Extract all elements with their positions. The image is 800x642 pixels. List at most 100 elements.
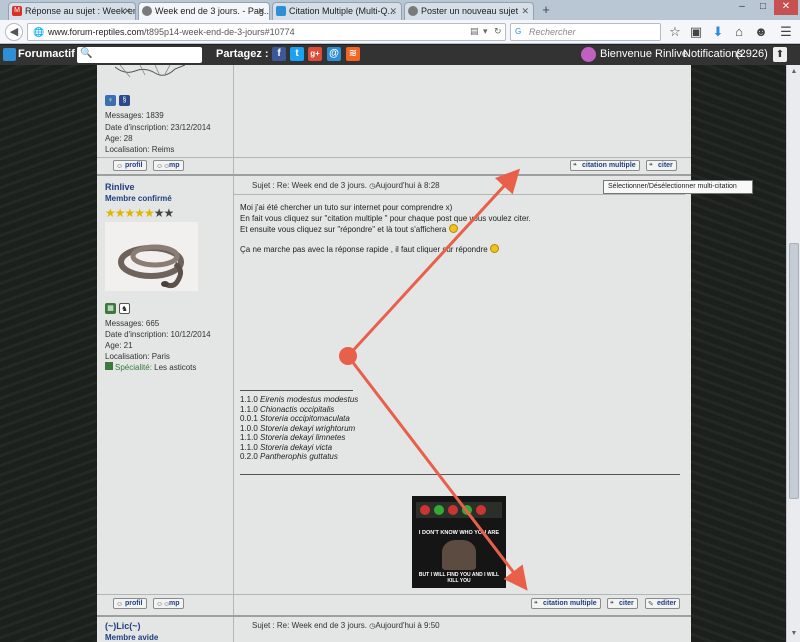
tab-label: Réponse au sujet : Week en... xyxy=(25,6,136,16)
mp-button[interactable]: ☺☺ mp xyxy=(153,160,184,171)
snake-icon: § xyxy=(119,95,130,106)
rss-icon[interactable]: ≋ xyxy=(346,47,360,61)
forumactif-brand[interactable]: Forumactif xyxy=(18,48,75,60)
toolbar-search-input[interactable]: 🔍 xyxy=(77,47,202,63)
quote-icon: ❝ xyxy=(573,163,577,170)
tab-poster-sujet[interactable]: Poster un nouveau sujet ✕ xyxy=(404,2,534,20)
forumactif-logo-icon[interactable] xyxy=(3,48,16,61)
specialite-label: Spécialité: xyxy=(115,363,152,372)
chat-icon[interactable]: ☻ xyxy=(753,24,769,40)
post2-body-line2: En fait vous cliquez sur "citation multi… xyxy=(240,214,531,223)
editer-label: editer xyxy=(657,600,677,607)
citer-label: citer xyxy=(658,162,673,169)
dog-icon: ♞ xyxy=(119,303,130,314)
pm-icon: ☺☺ xyxy=(156,601,171,608)
meme-face xyxy=(442,540,476,570)
avatar[interactable] xyxy=(581,47,596,62)
sig-line: 1.1.0 Storeria dekayi victa xyxy=(240,442,333,452)
url-bar[interactable]: 🌐 www.forum-reptiles.com/t895p14-week-en… xyxy=(27,23,506,41)
sig-line: 0.0.1 Storeria occipitomaculata xyxy=(240,414,350,423)
sig-line: 1.1.0 Eirenis modestus modestus xyxy=(240,395,359,404)
search-icon: 🔍 xyxy=(80,48,93,59)
citation-multiple-button[interactable]: ❝ citation multiple xyxy=(531,598,601,609)
close-icon[interactable]: ✕ xyxy=(389,3,397,19)
download-icon[interactable]: ⬇ xyxy=(710,24,726,40)
profil-button[interactable]: ☺ profil xyxy=(113,598,147,609)
tab-label: Week end de 3 jours. - Pag... xyxy=(155,6,270,16)
post2-body-line4: Ça ne marche pas avec la réponse rapide … xyxy=(240,245,488,254)
home-icon[interactable]: ⌂ xyxy=(731,24,747,40)
citer-button[interactable]: ❝ citer xyxy=(607,598,638,609)
post2-username[interactable]: Rinlive xyxy=(105,182,135,192)
citer-button[interactable]: ❝ citer xyxy=(646,160,677,171)
forum-post-list: ♀ § Messages: 1839 Date d'inscription: 2… xyxy=(97,65,691,642)
twitter-icon[interactable]: t xyxy=(290,47,304,61)
citation-multiple-label: citation multiple xyxy=(543,600,597,607)
post2-inscription: Date d'inscription: 10/12/2014 xyxy=(105,330,211,339)
tab-label: Poster un nouveau sujet xyxy=(421,6,519,16)
profil-button[interactable]: ☺ profil xyxy=(113,160,147,171)
gmail-icon: M xyxy=(12,6,22,16)
sig-line: 1.1.0 Chionactis occipitalis xyxy=(240,404,335,414)
post2-subject[interactable]: Sujet : Re: Week end de 3 jours. xyxy=(252,181,367,190)
reader-icon[interactable]: ▤ xyxy=(470,26,479,37)
facebook-icon[interactable]: f xyxy=(272,47,286,61)
signature-list: 1.1.0 Eirenis modestus modestus 1.1.0 Ch… xyxy=(240,395,358,462)
post1-inscription: Date d'inscription: 23/12/2014 xyxy=(105,123,211,132)
avatar[interactable] xyxy=(105,222,198,291)
specialty-icon xyxy=(105,362,113,370)
citer-label: citer xyxy=(619,600,634,607)
post3-rank: Membre avide xyxy=(105,633,159,642)
google-plus-icon[interactable]: g+ xyxy=(308,47,322,61)
scroll-top-icon[interactable]: ⬆ xyxy=(773,47,787,62)
tab-week-end-topic[interactable]: Week end de 3 jours. - Pag... ✕ xyxy=(138,2,270,20)
scroll-up-arrow-icon[interactable]: ▲ xyxy=(789,67,799,77)
tab-label: Citation Multiple (Multi-Q... xyxy=(289,6,396,16)
mp-button[interactable]: ☺☺ mp xyxy=(153,598,184,609)
quote-icon: ❝ xyxy=(610,601,614,608)
post3-username[interactable]: (~)Lic(~) xyxy=(105,621,141,631)
url-path: /t895p14-week-end-de-3-jours#10774 xyxy=(144,27,295,37)
sig-line: 0.2.0 Pantherophis guttatus xyxy=(240,452,338,461)
back-button[interactable]: ◀ xyxy=(5,23,23,41)
editer-button[interactable]: ✎ editer xyxy=(645,598,681,609)
citation-multiple-button[interactable]: ❝ citation multiple xyxy=(570,160,640,171)
page-scrollbar[interactable]: ▲ ▼ xyxy=(786,65,800,642)
welcome-text[interactable]: Bienvenue Rinlive xyxy=(600,48,688,60)
menu-icon[interactable]: ☰ xyxy=(778,24,794,40)
post2-content: Sujet : Re: Week end de 3 jours. ◷Aujour… xyxy=(234,176,691,617)
minimize-button[interactable]: – xyxy=(732,0,752,15)
maximize-button[interactable]: □ xyxy=(753,0,773,15)
reading-list-icon[interactable]: ▣ xyxy=(688,24,704,40)
post1-messages: Messages: 1839 xyxy=(105,111,164,120)
rank-stars: ★★★★★★★ xyxy=(105,206,174,220)
browser-tab-strip: M Réponse au sujet : Week en... ✕ Week e… xyxy=(0,0,800,20)
post2-rank: Membre confirmé xyxy=(105,194,172,203)
separator xyxy=(97,157,691,158)
close-icon[interactable]: ✕ xyxy=(521,3,529,19)
pm-icon: ☺☺ xyxy=(156,163,171,170)
search-field[interactable]: G Rechercher xyxy=(510,23,661,41)
reload-icon[interactable]: ↻ xyxy=(494,26,502,37)
dropdown-icon[interactable]: ▾ xyxy=(483,26,488,37)
tab-gmail-reply[interactable]: M Réponse au sujet : Week en... ✕ xyxy=(8,2,136,20)
separator xyxy=(97,594,691,595)
new-tab-button[interactable]: + xyxy=(538,2,554,18)
mp-button-label: mp xyxy=(169,162,180,169)
profil-button-label: profil xyxy=(125,600,143,607)
post2-date: Aujourd'hui à 8:28 xyxy=(375,181,440,190)
post2-age: Age: 21 xyxy=(105,341,133,350)
star-icon[interactable]: ☆ xyxy=(667,24,683,40)
sig-line: 1.0.0 Storeria dekayi wrightorum xyxy=(240,423,356,433)
close-icon[interactable]: ✕ xyxy=(257,3,265,19)
scrollbar-thumb[interactable] xyxy=(789,243,799,499)
close-icon[interactable]: ✕ xyxy=(123,3,131,19)
notifications-link[interactable]: Notifications xyxy=(683,48,743,60)
close-window-button[interactable]: ✕ xyxy=(774,0,798,15)
forum-icon xyxy=(142,6,152,16)
tab-citation-multiple[interactable]: Citation Multiple (Multi-Q... ✕ xyxy=(272,2,402,20)
email-icon[interactable]: @ xyxy=(327,47,341,61)
profile-icon: ☺ xyxy=(116,601,124,608)
scroll-down-arrow-icon[interactable]: ▼ xyxy=(789,629,799,639)
post3-subject[interactable]: Sujet : Re: Week end de 3 jours. xyxy=(252,621,367,630)
